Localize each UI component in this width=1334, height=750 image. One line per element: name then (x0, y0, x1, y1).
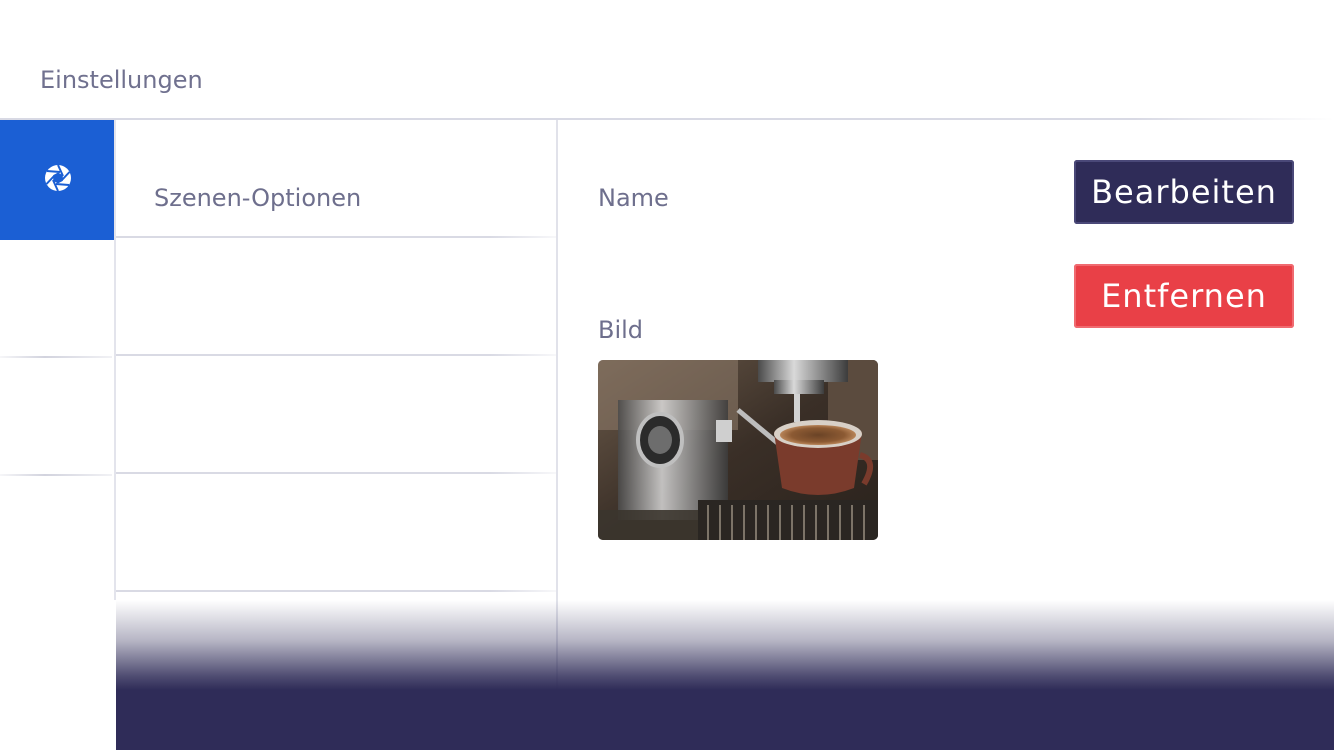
list-header: Szenen-Optionen (154, 184, 362, 212)
bottom-fade (116, 600, 1334, 690)
scene-options-panel: Szenen-Optionen (116, 120, 556, 600)
header: Einstellungen (0, 0, 1334, 120)
edit-button[interactable]: Bearbeiten (1074, 160, 1294, 224)
image-label: Bild (598, 316, 644, 344)
aperture-icon (44, 164, 72, 196)
scene-detail-panel: Name Bearbeiten Entfernen Bild (558, 120, 1334, 600)
page-title: Einstellungen (40, 66, 203, 94)
remove-button[interactable]: Entfernen (1074, 264, 1294, 328)
name-label: Name (598, 184, 669, 212)
sidebar-divider (0, 474, 112, 476)
list-item[interactable] (116, 356, 556, 472)
sidebar-divider (0, 356, 112, 358)
sidebar (0, 120, 116, 750)
bottom-bar (116, 690, 1334, 750)
list-item[interactable] (116, 238, 556, 354)
scene-image[interactable] (598, 360, 878, 540)
sidebar-item-scenes[interactable] (0, 120, 116, 240)
list-divider (116, 590, 556, 592)
list-item[interactable] (116, 474, 556, 590)
